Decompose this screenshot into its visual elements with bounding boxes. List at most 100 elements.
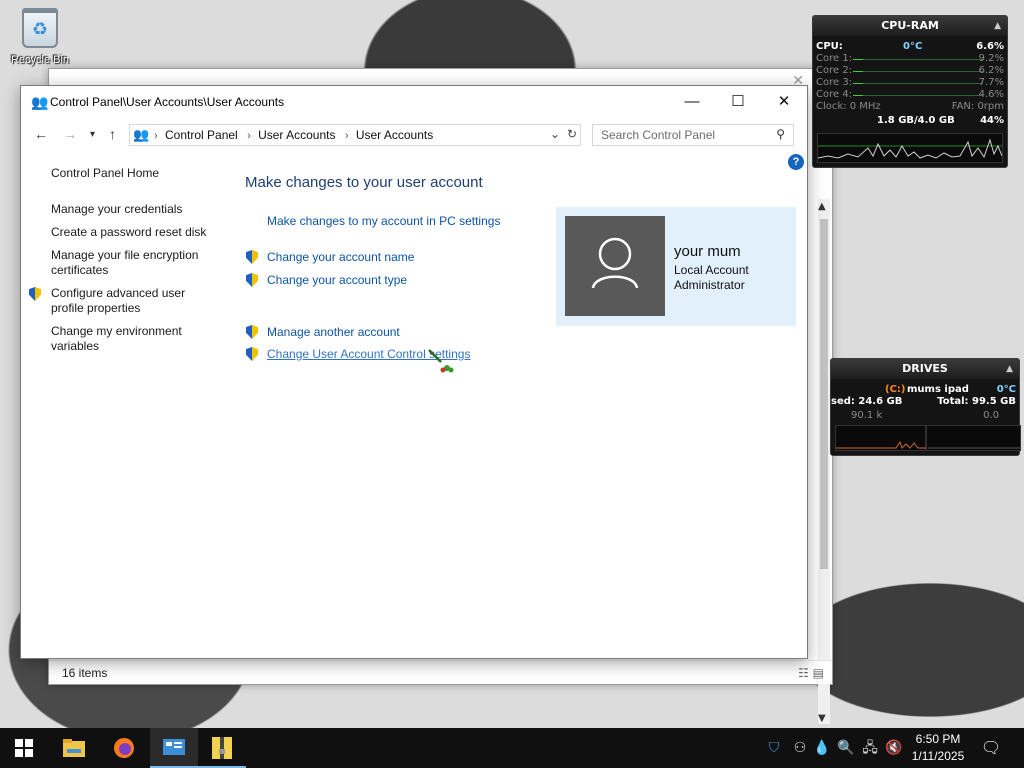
- start-button[interactable]: [0, 728, 48, 768]
- title-bar[interactable]: 👥 Control Panel\User Accounts\User Accou…: [21, 86, 807, 118]
- cpu-graph-lines: [817, 138, 1003, 159]
- collapse-icon[interactable]: ▲: [994, 16, 1001, 36]
- recycle-bin-label: Recycle Bin: [10, 54, 70, 66]
- help-icon[interactable]: ?: [788, 154, 804, 170]
- core-bar: [853, 59, 983, 60]
- core-percentage: 4.6%: [978, 89, 1004, 100]
- scroll-down-icon[interactable]: ▼: [818, 713, 826, 724]
- recent-locations-icon[interactable]: ▾: [90, 129, 95, 140]
- breadcrumb-separator-icon: ›: [154, 130, 158, 142]
- system-clock[interactable]: 6:50 PM 1/11/2025: [906, 731, 970, 765]
- cpu-percentage: 6.6%: [976, 41, 1004, 52]
- item-count: 16 items: [62, 666, 108, 680]
- up-arrow-icon[interactable]: ↑: [109, 126, 116, 142]
- drive-temperature: 0°C: [996, 384, 1016, 395]
- file-encryption-link[interactable]: Manage your file encryption certificates: [51, 248, 211, 278]
- cpu-ram-gadget[interactable]: CPU-RAM ▲ CPU: 0°C 6.6% Core 1: 9.2% Cor…: [812, 15, 1008, 168]
- mouse-cursor-icon: [427, 348, 455, 377]
- maximize-button[interactable]: ☐: [715, 86, 761, 117]
- drives-gadget-header: DRIVES ▲: [831, 359, 1019, 379]
- control-panel-icon: [163, 739, 185, 755]
- network-users-icon[interactable]: ⚇: [788, 728, 812, 768]
- drives-gadget[interactable]: DRIVES ▲ (C:) mums ipad 0°C sed: 24.6 GB…: [830, 358, 1021, 456]
- uac-shield-icon: [28, 286, 42, 302]
- uac-shield-icon: [245, 272, 259, 288]
- view-toggle-icons[interactable]: ☷ ▤: [798, 666, 824, 680]
- file-encryption-label-1: Manage your file encryption: [51, 248, 199, 262]
- advanced-profile-label-2: profile properties: [51, 301, 141, 315]
- uac-shield-icon: [245, 249, 259, 265]
- manage-another-account-link[interactable]: Manage another account: [267, 325, 400, 339]
- user-account-card: your mum Local Account Administrator: [556, 207, 796, 326]
- environment-variables-label-2: variables: [51, 339, 100, 353]
- recycle-bin-shortcut[interactable]: Recycle Bin: [8, 8, 72, 66]
- drive-read-rate: 90.1 k: [851, 410, 883, 421]
- breadcrumb-control-panel[interactable]: Control Panel: [165, 128, 238, 142]
- cpu-temperature: 0°C: [903, 41, 923, 52]
- core-bar: [853, 95, 983, 96]
- back-arrow-icon[interactable]: ←: [34, 126, 48, 142]
- folder-icon: [63, 739, 85, 757]
- page-title: Make changes to your user account: [245, 174, 483, 191]
- control-panel-taskbar-button[interactable]: [150, 728, 198, 768]
- collapse-icon[interactable]: ▲: [1006, 359, 1013, 379]
- search-box[interactable]: ⚲: [592, 124, 794, 146]
- control-panel-icon: 👥: [133, 127, 150, 142]
- pc-settings-link[interactable]: Make changes to my account in PC setting…: [267, 214, 500, 228]
- security-shield-icon[interactable]: ⛉: [762, 728, 786, 768]
- clock-date: 1/11/2025: [911, 749, 965, 763]
- address-dropdown-icon[interactable]: ⌄: [550, 127, 560, 141]
- volume-muted-icon[interactable]: 🔇: [882, 728, 906, 768]
- drive-space-row: sed: 24.6 GB Total: 99.5 GB: [831, 396, 1019, 408]
- minimize-button[interactable]: —: [669, 86, 715, 117]
- navigation-bar: ← → ▾ ↑ 👥 › Control Panel › User Account…: [21, 118, 807, 152]
- search-input[interactable]: [601, 126, 771, 144]
- search-tool-icon[interactable]: 🔍: [834, 728, 858, 768]
- close-button[interactable]: ✕: [761, 86, 807, 117]
- cpu-ram-gadget-header: CPU-RAM ▲: [813, 16, 1007, 36]
- core-percentage: 9.2%: [978, 53, 1004, 64]
- account-role: Administrator: [674, 278, 745, 292]
- breadcrumb-user-accounts[interactable]: User Accounts: [258, 128, 335, 142]
- archive-app-button[interactable]: [198, 728, 246, 768]
- password-reset-disk-link[interactable]: Create a password reset disk: [51, 225, 211, 240]
- breadcrumb-separator-icon: ›: [247, 130, 251, 142]
- water-drop-icon[interactable]: 💧: [810, 728, 834, 768]
- scroll-thumb[interactable]: [820, 219, 828, 569]
- scroll-up-icon[interactable]: ▲: [818, 201, 826, 212]
- firefox-icon: [114, 738, 134, 758]
- drive-activity-graph: [835, 425, 1021, 451]
- environment-variables-link[interactable]: Change my environment variables: [51, 324, 211, 354]
- drive-total: Total: 99.5 GB: [937, 396, 1016, 407]
- core-label: Core 2:: [816, 65, 853, 76]
- core-bar: [853, 83, 983, 84]
- manage-credentials-link[interactable]: Manage your credentials: [51, 202, 211, 217]
- cpu-usage-graph: [817, 133, 1003, 163]
- control-panel-home-link[interactable]: Control Panel Home: [51, 166, 211, 181]
- user-name: your mum: [674, 243, 741, 260]
- core-percentage: 6.2%: [978, 65, 1004, 76]
- background-scrollbar[interactable]: ▲ ▼: [818, 199, 830, 724]
- ram-percentage: 44%: [980, 115, 1004, 126]
- file-explorer-button[interactable]: [50, 728, 98, 768]
- account-type: Local Account: [674, 263, 749, 277]
- refresh-icon[interactable]: ↻: [567, 127, 577, 141]
- core-row: Core 4: 4.6%: [813, 89, 1007, 101]
- change-account-name-link[interactable]: Change your account name: [267, 250, 414, 264]
- advanced-profile-link[interactable]: Configure advanced user profile properti…: [51, 286, 211, 316]
- notification-center-icon[interactable]: 🗨: [978, 728, 1004, 768]
- user-accounts-window: 👥 Control Panel\User Accounts\User Accou…: [20, 85, 808, 659]
- network-icon[interactable]: 🖧: [858, 728, 882, 768]
- change-account-type-link[interactable]: Change your account type: [267, 273, 407, 287]
- forward-arrow-icon[interactable]: →: [63, 126, 77, 142]
- firefox-button[interactable]: [100, 728, 148, 768]
- core-label: Core 3:: [816, 77, 853, 88]
- drive-letter: (C:): [885, 384, 906, 395]
- address-bar[interactable]: 👥 › Control Panel › User Accounts › User…: [129, 124, 581, 146]
- recycle-bin-icon: [22, 8, 58, 48]
- clock-row: Clock: 0 MHz FAN: 0rpm: [813, 101, 1007, 113]
- search-icon[interactable]: ⚲: [776, 127, 785, 141]
- cpu-ram-title: CPU-RAM: [881, 19, 939, 32]
- breadcrumb-user-accounts-current[interactable]: User Accounts: [356, 128, 433, 142]
- drive-write-rate: 0.0: [983, 410, 999, 421]
